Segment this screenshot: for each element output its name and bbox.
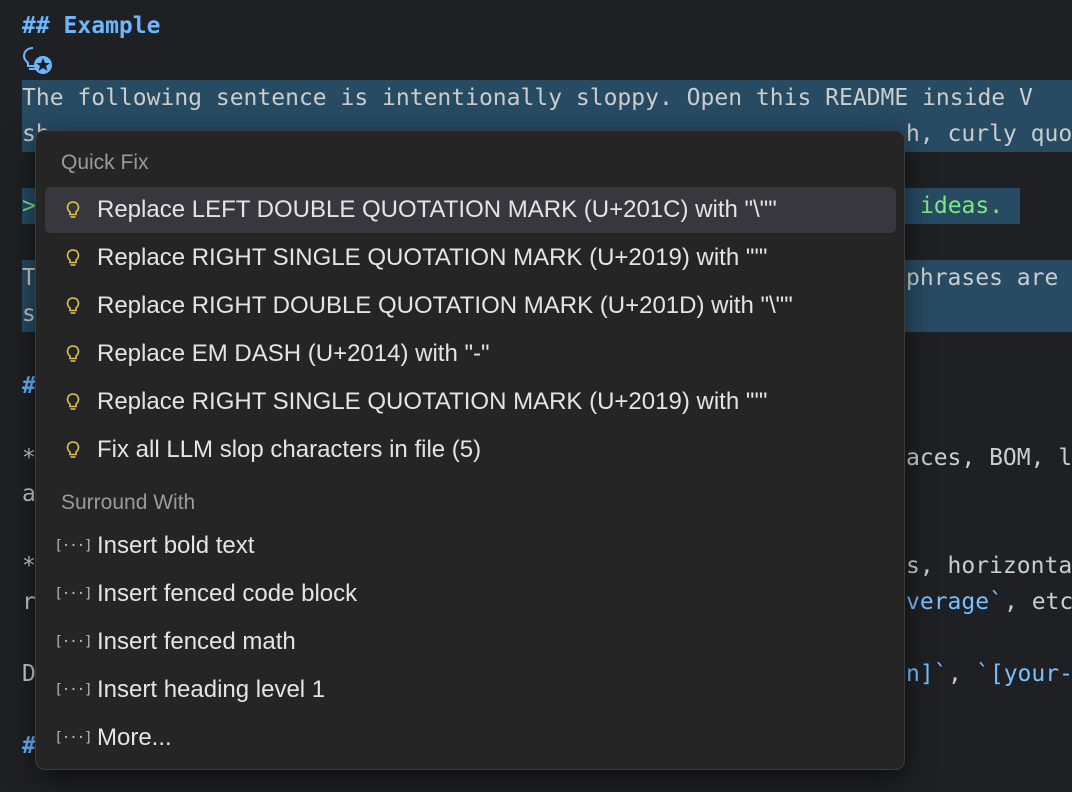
snippet-icon: [···] xyxy=(54,634,92,650)
quick-fix-item-label: Replace RIGHT SINGLE QUOTATION MARK (U+2… xyxy=(97,244,768,271)
snippet-icon: [···] xyxy=(54,682,92,698)
editor-line-4-start: T xyxy=(22,265,36,291)
surround-item-heading-1[interactable]: [···] Insert heading level 1 xyxy=(45,667,896,713)
quick-fix-item-label: Replace RIGHT SINGLE QUOTATION MARK (U+2… xyxy=(97,388,768,415)
editor-line-2-end: h, curly quo xyxy=(906,121,1072,147)
lightbulb-icon xyxy=(55,440,91,460)
quick-fix-item-4[interactable]: Replace EM DASH (U+2014) with "-" xyxy=(45,331,896,377)
quick-fix-item-2[interactable]: Replace RIGHT SINGLE QUOTATION MARK (U+2… xyxy=(45,235,896,281)
lightbulb-icon xyxy=(55,392,91,412)
editor-line-11-start: D xyxy=(22,661,36,687)
editor-line-10-end: , etc xyxy=(1004,589,1072,615)
quick-fix-item-label: Fix all LLM slop characters in file (5) xyxy=(97,436,482,463)
editor-line-9-start: * xyxy=(22,553,36,579)
editor-line-3-end: ideas. xyxy=(920,193,1004,219)
quick-fix-item-3[interactable]: Replace RIGHT DOUBLE QUOTATION MARK (U+2… xyxy=(45,283,896,329)
surround-item-label: More... xyxy=(97,724,172,751)
editor-line-3-start: > xyxy=(22,193,36,219)
section-header-quick-fix: Quick Fix xyxy=(61,151,149,174)
surround-item-label: Insert heading level 1 xyxy=(97,676,326,703)
surround-item-bold[interactable]: [···] Insert bold text xyxy=(45,523,896,569)
editor-line-11-sep: , xyxy=(948,661,976,687)
editor-line-11-code: n]` xyxy=(906,661,948,687)
quick-fix-item-label: Replace EM DASH (U+2014) with "-" xyxy=(97,340,490,367)
surround-item-fenced-math[interactable]: [···] Insert fenced math xyxy=(45,619,896,665)
surround-item-label: Insert fenced math xyxy=(97,628,296,655)
snippet-icon: [···] xyxy=(54,538,92,554)
editor-line-7-end: aces, BOM, l xyxy=(906,445,1072,471)
editor-line-5-start: s xyxy=(22,301,36,327)
editor-line-10-start: r xyxy=(22,589,36,615)
editor-line-1: The following sentence is intentionally … xyxy=(22,85,1033,111)
editor-line-7-start: * xyxy=(22,445,36,471)
surround-item-fenced-code[interactable]: [···] Insert fenced code block xyxy=(45,571,896,617)
editor-line-10-code: verage` xyxy=(906,589,1003,615)
lightbulb-icon xyxy=(55,200,91,220)
surround-item-label: Insert bold text xyxy=(97,532,255,559)
heading-example: ## Example xyxy=(22,13,161,39)
quick-fix-item-label: Replace RIGHT DOUBLE QUOTATION MARK (U+2… xyxy=(97,292,793,319)
section-header-surround-with: Surround With xyxy=(61,491,196,514)
editor-line-4-end: phrases are xyxy=(906,265,1059,291)
surround-item-label: Insert fenced code block xyxy=(97,580,358,607)
editor-line-12-start: # xyxy=(22,733,36,759)
lightbulb-icon xyxy=(55,248,91,268)
surround-item-more[interactable]: [···] More... xyxy=(45,715,896,761)
editor-line-8-start: a xyxy=(22,481,36,507)
lightbulb-icon xyxy=(55,344,91,364)
lightbulb-icon xyxy=(55,296,91,316)
editor-line-6-start: # xyxy=(22,373,36,399)
quick-fix-item-fix-all[interactable]: Fix all LLM slop characters in file (5) xyxy=(45,427,896,473)
quick-fix-item-1[interactable]: Replace LEFT DOUBLE QUOTATION MARK (U+20… xyxy=(45,187,896,233)
quick-fix-menu[interactable]: Quick Fix Replace LEFT DOUBLE QUOTATION … xyxy=(35,130,905,770)
quick-fix-item-label: Replace LEFT DOUBLE QUOTATION MARK (U+20… xyxy=(97,196,777,223)
snippet-icon: [···] xyxy=(54,730,92,746)
snippet-icon: [···] xyxy=(54,586,92,602)
quick-fix-item-5[interactable]: Replace RIGHT SINGLE QUOTATION MARK (U+2… xyxy=(45,379,896,425)
editor-line-9-end: s, horizonta xyxy=(906,553,1072,579)
lightbulb-sparkle-icon[interactable] xyxy=(22,45,58,77)
editor-line-11-code-2: `[your- xyxy=(976,661,1072,687)
